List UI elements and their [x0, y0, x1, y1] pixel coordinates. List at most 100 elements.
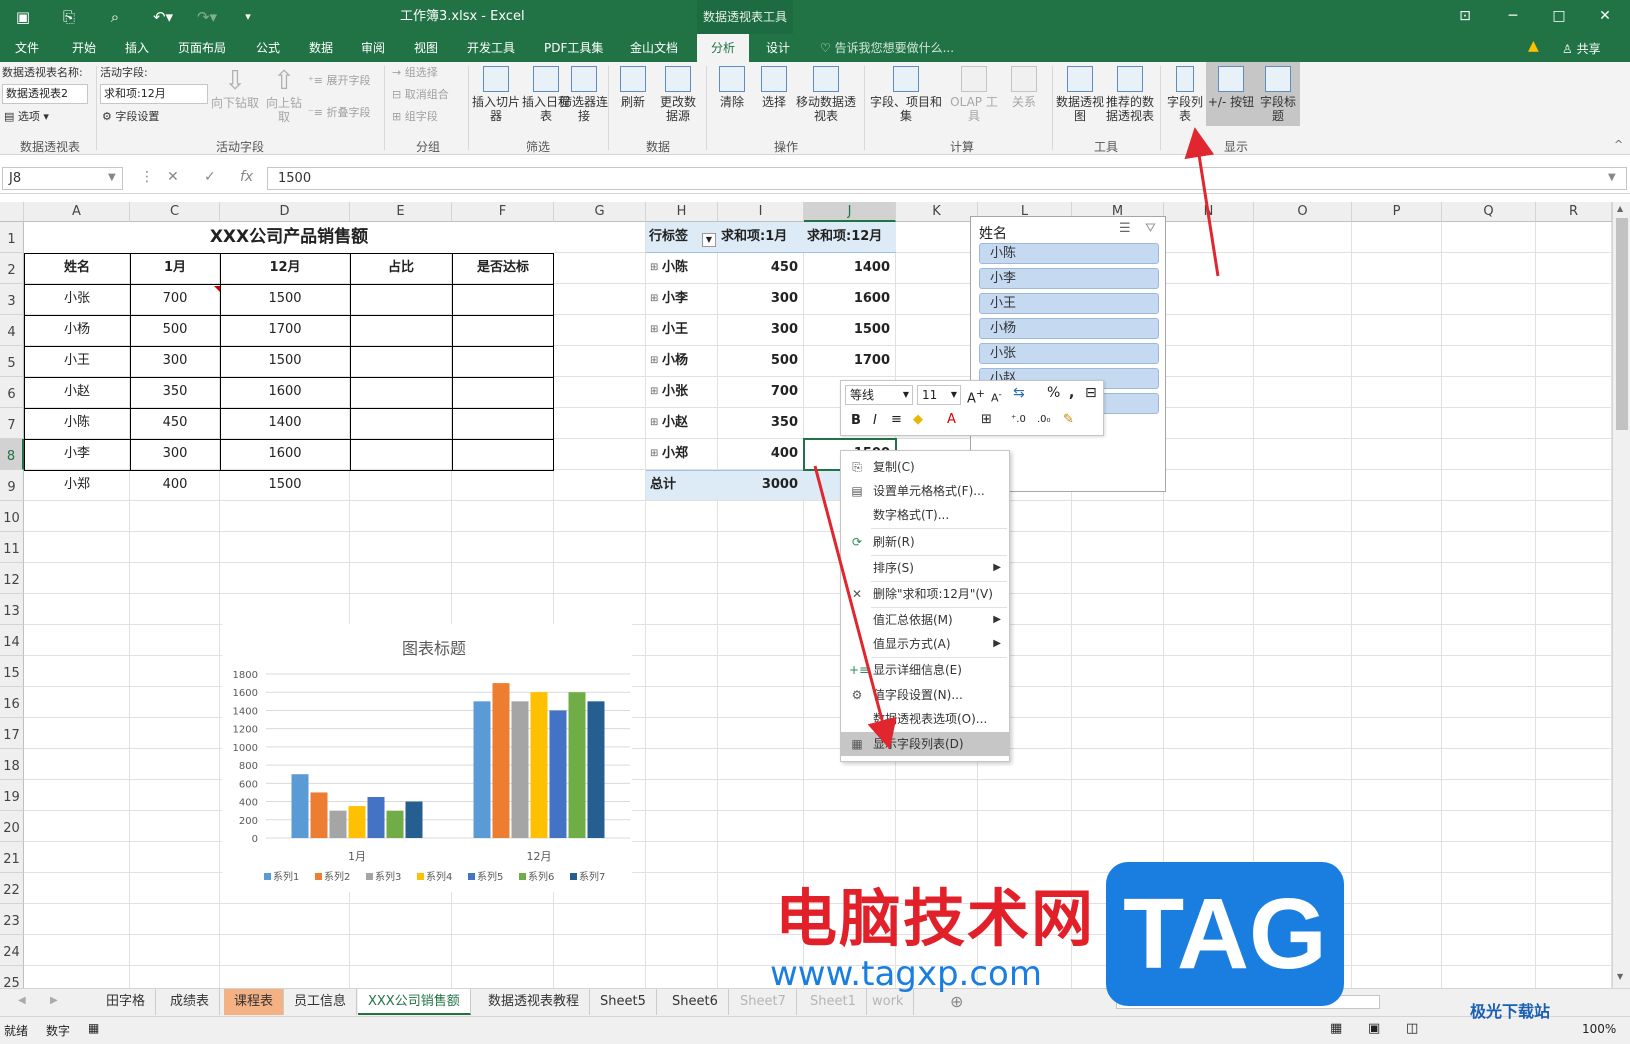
row-header[interactable]: 2	[0, 253, 24, 284]
expand-field-button[interactable]: ⁺≡ 展开字段	[308, 74, 371, 88]
cancel-icon[interactable]: ✕	[167, 169, 179, 185]
menu-show-values-as[interactable]: 值显示方式(A) ▶	[841, 632, 1009, 656]
row-header[interactable]: 14	[0, 625, 24, 656]
tab-formulas[interactable]: 公式	[254, 34, 282, 62]
normal-view-icon[interactable]: ▦	[1330, 1021, 1342, 1036]
menu-number-format[interactable]: 数字格式(T)...	[841, 503, 1009, 527]
table-cell[interactable]: 小张	[24, 284, 130, 315]
column-header[interactable]: J	[804, 202, 896, 222]
row-header[interactable]: 10	[0, 501, 24, 532]
column-header[interactable]: N	[1164, 202, 1254, 222]
row-header[interactable]: 15	[0, 656, 24, 687]
group-selection-button[interactable]: → 组选择	[392, 66, 438, 80]
column-header[interactable]: G	[554, 202, 646, 222]
row-header[interactable]: 3	[0, 284, 24, 315]
name-box-dropdown-icon[interactable]: ▼	[108, 172, 116, 183]
insert-slicer-button[interactable]: 插入切片器	[472, 66, 520, 123]
macro-record-icon[interactable]: ▦	[88, 1021, 99, 1035]
format-painter-icon[interactable]: ✎	[1063, 412, 1074, 427]
scroll-thumb[interactable]	[1616, 218, 1628, 430]
column-header[interactable]: E	[350, 202, 452, 222]
column-header[interactable]: H	[646, 202, 718, 222]
table-icon[interactable]: ⊟	[1085, 385, 1097, 401]
format-icon[interactable]: ⇆	[1013, 385, 1025, 401]
minimize-icon[interactable]: ─	[1496, 4, 1530, 28]
percent-icon[interactable]: %	[1047, 385, 1060, 401]
scroll-up-icon[interactable]: ▲	[1617, 204, 1623, 213]
menu-show-details[interactable]: +≡ 显示详细信息(E)	[841, 658, 1009, 682]
row-header[interactable]: 11	[0, 532, 24, 563]
column-header[interactable]: A	[24, 202, 130, 222]
options-button[interactable]: ▤ 选项 ▾	[4, 110, 49, 124]
row-header[interactable]: 4	[0, 315, 24, 346]
pivot-row-label[interactable]: 小李	[662, 284, 718, 315]
table-header-cell[interactable]: 占比	[350, 253, 452, 284]
sheet-tab[interactable]: 员工信息	[284, 989, 358, 1015]
ungroup-button[interactable]: ⊟ 取消组合	[392, 88, 449, 102]
page-layout-view-icon[interactable]: ▣	[1368, 1021, 1380, 1036]
table-cell[interactable]: 小陈	[24, 408, 130, 439]
close-icon[interactable]: ✕	[1588, 4, 1622, 28]
table-cell[interactable]: 300	[130, 439, 220, 470]
font-color-icon[interactable]: A	[947, 412, 956, 427]
menu-value-field-settings[interactable]: ⚙ 值字段设置(N)...	[841, 683, 1009, 707]
grow-font-icon[interactable]: A+	[967, 387, 985, 406]
column-header[interactable]: R	[1536, 202, 1612, 222]
undo-icon[interactable]: ↶▾	[148, 6, 178, 28]
row-header[interactable]: 20	[0, 811, 24, 842]
pivot-header[interactable]: 求和项:1月	[721, 222, 807, 253]
row-header[interactable]: 24	[0, 935, 24, 966]
select-all-corner[interactable]	[0, 202, 24, 222]
field-headers-button[interactable]: 字段标题	[1256, 62, 1300, 126]
menu-sort[interactable]: 排序(S) ▶	[841, 556, 1009, 580]
sheet-tab[interactable]: Sheet5	[590, 989, 657, 1015]
table-cell[interactable]: 1500	[220, 470, 350, 501]
group-field-button[interactable]: ⊞ 组字段	[392, 110, 438, 124]
drill-down-button[interactable]: ⇩ 向下钻取	[210, 66, 260, 110]
print-preview-icon[interactable]: ⌕	[104, 6, 126, 28]
sheet-tab[interactable]: 课程表	[224, 989, 285, 1015]
column-header[interactable]: Q	[1442, 202, 1536, 222]
pivot-row-label[interactable]: 小张	[662, 377, 718, 408]
tab-file[interactable]: 文件	[13, 34, 41, 62]
sheet-tab[interactable]: 田字格	[96, 989, 157, 1015]
table-header-cell[interactable]: 是否达标	[452, 253, 554, 284]
vertical-scrollbar[interactable]: ▲ ▼	[1612, 202, 1630, 988]
tab-scroll-left-icon[interactable]: ◀	[18, 995, 26, 1006]
pivot-cell[interactable]: 1500	[804, 315, 896, 346]
table-header-cell[interactable]: 12月	[220, 253, 350, 284]
plus-minus-buttons-button[interactable]: +/- 按钮	[1206, 62, 1256, 126]
table-cell[interactable]: 400	[130, 470, 220, 501]
customize-icon[interactable]: ▾	[240, 6, 256, 28]
borders-icon[interactable]: ⊞	[981, 412, 992, 427]
expand-icon[interactable]: ⊞	[650, 377, 662, 408]
pivot-cell[interactable]: 450	[718, 253, 804, 284]
fields-items-sets-button[interactable]: 字段、项目和集	[868, 66, 944, 123]
column-header[interactable]: O	[1254, 202, 1352, 222]
expand-icon[interactable]: ⊞	[650, 253, 662, 284]
row-header[interactable]: 6	[0, 377, 24, 408]
scroll-down-icon[interactable]: ▼	[1617, 972, 1623, 981]
warning-icon[interactable]: ▲	[1528, 38, 1539, 54]
share-button[interactable]: ♙ 共享	[1562, 40, 1601, 57]
table-cell[interactable]: 小赵	[24, 377, 130, 408]
redo-icon[interactable]: ↷▾	[192, 6, 222, 28]
font-name-box[interactable]: 等线 ▼	[845, 385, 913, 405]
table-cell[interactable]: 1600	[220, 377, 350, 408]
tell-me-input[interactable]: ♡ 告诉我您想要做什么...	[820, 34, 954, 62]
column-header[interactable]: I	[718, 202, 804, 222]
pivot-cell[interactable]: 350	[718, 408, 804, 439]
sheet-tab[interactable]: XXX公司销售额	[358, 989, 471, 1015]
table-cell[interactable]: 小王	[24, 346, 130, 377]
save-icon[interactable]: ▣	[12, 6, 34, 28]
column-header[interactable]: D	[220, 202, 350, 222]
pivot-cell[interactable]: 1600	[804, 284, 896, 315]
tab-developer[interactable]: 开发工具	[465, 34, 517, 62]
pivot-row-label[interactable]: 小王	[662, 315, 718, 346]
row-header[interactable]: 21	[0, 842, 24, 873]
collapse-ribbon-icon[interactable]: ^	[1614, 138, 1623, 151]
row-header[interactable]: 18	[0, 749, 24, 780]
row-header[interactable]: 13	[0, 594, 24, 625]
font-size-box[interactable]: 11 ▼	[917, 385, 961, 405]
column-header[interactable]: F	[452, 202, 554, 222]
